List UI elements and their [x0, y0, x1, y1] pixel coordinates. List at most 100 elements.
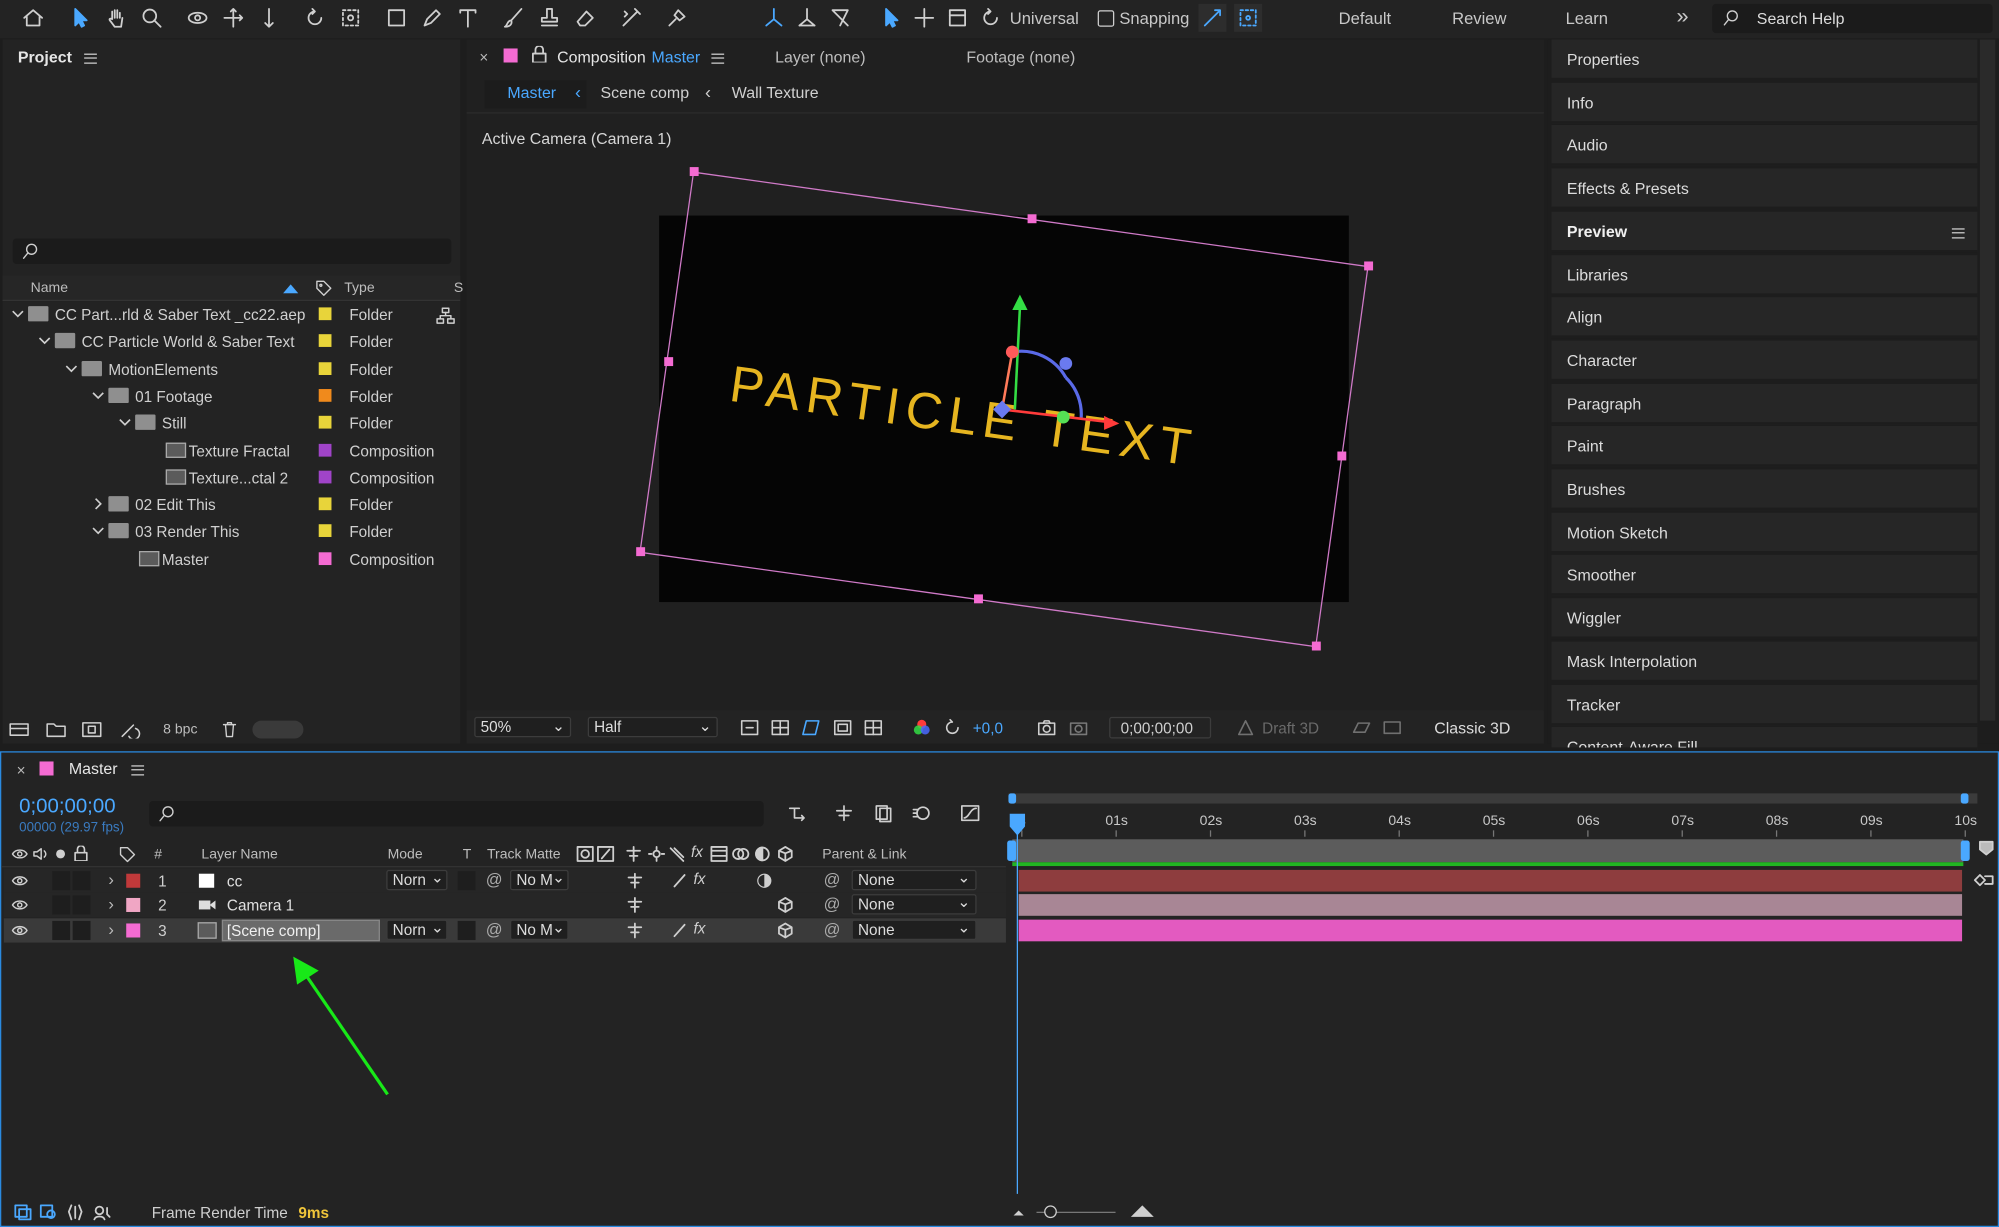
puppet-pin-icon[interactable] — [663, 4, 691, 32]
gizmo-handle[interactable] — [1059, 357, 1073, 370]
handle-top[interactable] — [1027, 214, 1037, 224]
project-item[interactable]: CC Part...rld & Saber Text _cc22.aep Fold… — [5, 301, 438, 328]
reset-exposure-icon[interactable] — [942, 718, 962, 737]
panel-effects-presets[interactable]: Effects & Presets — [1551, 168, 1978, 210]
flowchart-icon[interactable] — [436, 306, 455, 325]
project-item[interactable]: Master Composition — [5, 546, 438, 573]
label-color-swatch[interactable] — [318, 443, 332, 456]
roto-brush-icon[interactable] — [617, 4, 645, 32]
panel-character[interactable]: Character — [1551, 340, 1978, 382]
axis-scale-icon[interactable] — [943, 4, 971, 32]
resolution-dropdown[interactable]: Half ⌄ — [587, 716, 718, 738]
work-area-end-handle[interactable] — [1960, 793, 1969, 804]
world-axis-icon[interactable] — [793, 4, 821, 32]
snap-features-icon[interactable] — [1234, 3, 1263, 32]
workspace-default[interactable]: Default — [1339, 9, 1392, 28]
handle-bottom[interactable] — [974, 594, 983, 604]
out-point-marker[interactable] — [1960, 840, 1970, 861]
handle-right[interactable] — [1337, 451, 1347, 461]
layer-marker-icon[interactable] — [1972, 871, 1995, 889]
handle-bottom-left[interactable] — [636, 547, 646, 557]
in-out-toggle-icon[interactable] — [66, 1204, 84, 1221]
time-ruler[interactable]: 0s01s02s03s04s05s06s07s08s09s10s — [1008, 809, 1977, 837]
snapping-checkbox[interactable] — [1097, 10, 1115, 27]
work-area-range[interactable] — [1012, 839, 1964, 863]
label-tag-icon[interactable] — [315, 279, 333, 297]
project-item[interactable]: 02 Edit This Folder — [5, 491, 438, 518]
renderer-label[interactable]: Classic 3D — [1434, 719, 1510, 737]
transparency-grid-icon[interactable] — [770, 718, 790, 737]
color-channels-icon[interactable] — [912, 718, 932, 737]
magnification-dropdown[interactable]: 50% ⌄ — [474, 716, 572, 738]
zoom-in-icon[interactable] — [1130, 1203, 1155, 1218]
grid-guides-icon[interactable] — [863, 718, 883, 737]
project-menu-icon[interactable] — [84, 53, 97, 64]
snapping-label[interactable]: Snapping — [1119, 9, 1189, 28]
workspace-review[interactable]: Review — [1452, 9, 1506, 28]
label-color-swatch[interactable] — [318, 524, 332, 538]
panel-motion-sketch[interactable]: Motion Sketch — [1551, 512, 1978, 554]
mask-visibility-icon[interactable] — [801, 718, 821, 737]
timecode-field[interactable]: 0;00;00;00 — [1109, 716, 1212, 739]
playhead[interactable] — [1008, 811, 1026, 1194]
work-area-start-handle[interactable] — [1008, 793, 1017, 804]
axis-mode-label[interactable]: Universal — [1010, 9, 1079, 28]
project-item[interactable]: CC Particle World & Saber Text Folder — [5, 328, 438, 355]
project-item[interactable]: Still Folder — [5, 410, 438, 437]
right-panel-scrollbar[interactable] — [1979, 39, 1996, 721]
panel-wiggler[interactable]: Wiggler — [1551, 598, 1978, 640]
layer-duration-bar[interactable] — [1018, 919, 1963, 941]
interpret-footage-icon[interactable] — [9, 721, 29, 739]
render-time-toggle-icon[interactable] — [93, 1204, 113, 1221]
panel-libraries[interactable]: Libraries — [1551, 254, 1978, 296]
rectangle-tool-icon[interactable] — [382, 4, 410, 32]
label-color-swatch[interactable] — [318, 416, 332, 429]
local-axis-icon[interactable] — [760, 4, 788, 32]
panel-smoother[interactable]: Smoother — [1551, 555, 1978, 597]
layer-duration-bar[interactable] — [1018, 894, 1963, 917]
eraser-icon[interactable] — [571, 4, 599, 32]
draft-3d-label[interactable]: Draft 3D — [1262, 719, 1319, 737]
snapshot-camera-icon[interactable] — [1036, 718, 1056, 737]
panel-paint[interactable]: Paint — [1551, 426, 1978, 468]
panel-info[interactable]: Info — [1551, 82, 1978, 124]
workspaces-more-button[interactable]: » — [1676, 4, 1688, 30]
panel-properties[interactable]: Properties — [1551, 39, 1978, 81]
panel-audio[interactable]: Audio — [1551, 125, 1978, 167]
bit-depth-label[interactable]: 8 bpc — [163, 722, 197, 737]
comp-marker-bin-icon[interactable] — [1977, 839, 1995, 857]
project-item[interactable]: 01 Footage Folder — [5, 383, 438, 410]
handle-top-left[interactable] — [689, 167, 699, 177]
chevron-down-icon[interactable] — [11, 306, 24, 319]
project-item[interactable]: MotionElements Folder — [5, 355, 438, 382]
project-search-input[interactable] — [12, 238, 452, 265]
chevron-down-icon[interactable] — [119, 415, 132, 428]
zoom-out-icon[interactable] — [1011, 1205, 1026, 1218]
column-type[interactable]: Type — [344, 281, 374, 296]
gizmo-handle[interactable] — [1056, 410, 1070, 424]
chevron-down-icon[interactable] — [38, 333, 51, 346]
axis-select-icon[interactable] — [877, 4, 905, 32]
viewer-overlay[interactable]: PARTICLE TEXT — [467, 40, 1544, 744]
show-snapshot-icon[interactable] — [1068, 718, 1088, 737]
snap-edges-icon[interactable] — [1198, 3, 1227, 32]
playhead-handle[interactable] — [1009, 813, 1026, 836]
selection-tool-icon[interactable] — [66, 4, 94, 32]
panel-content-aware-fill[interactable]: Content-Aware Fill — [1551, 727, 1978, 751]
panel-paragraph[interactable]: Paragraph — [1551, 383, 1978, 425]
project-item[interactable]: Texture...ctal 2 Composition — [5, 464, 438, 491]
label-color-swatch[interactable] — [318, 470, 332, 484]
draft-3d-icon[interactable] — [1235, 718, 1255, 737]
ground-plane-icon[interactable] — [1351, 718, 1371, 737]
pen-tool-icon[interactable] — [418, 4, 446, 32]
label-color-swatch[interactable] — [318, 497, 332, 511]
home-icon[interactable] — [19, 4, 47, 32]
new-folder-icon[interactable] — [46, 721, 66, 739]
work-area-bar[interactable] — [1008, 793, 1978, 804]
fast-previews-icon[interactable] — [739, 718, 759, 737]
hand-tool-icon[interactable] — [102, 4, 130, 32]
region-of-interest-icon[interactable] — [833, 718, 853, 737]
workspace-learn[interactable]: Learn — [1566, 9, 1608, 28]
label-color-swatch[interactable] — [318, 307, 332, 321]
label-color-swatch[interactable] — [318, 388, 332, 402]
